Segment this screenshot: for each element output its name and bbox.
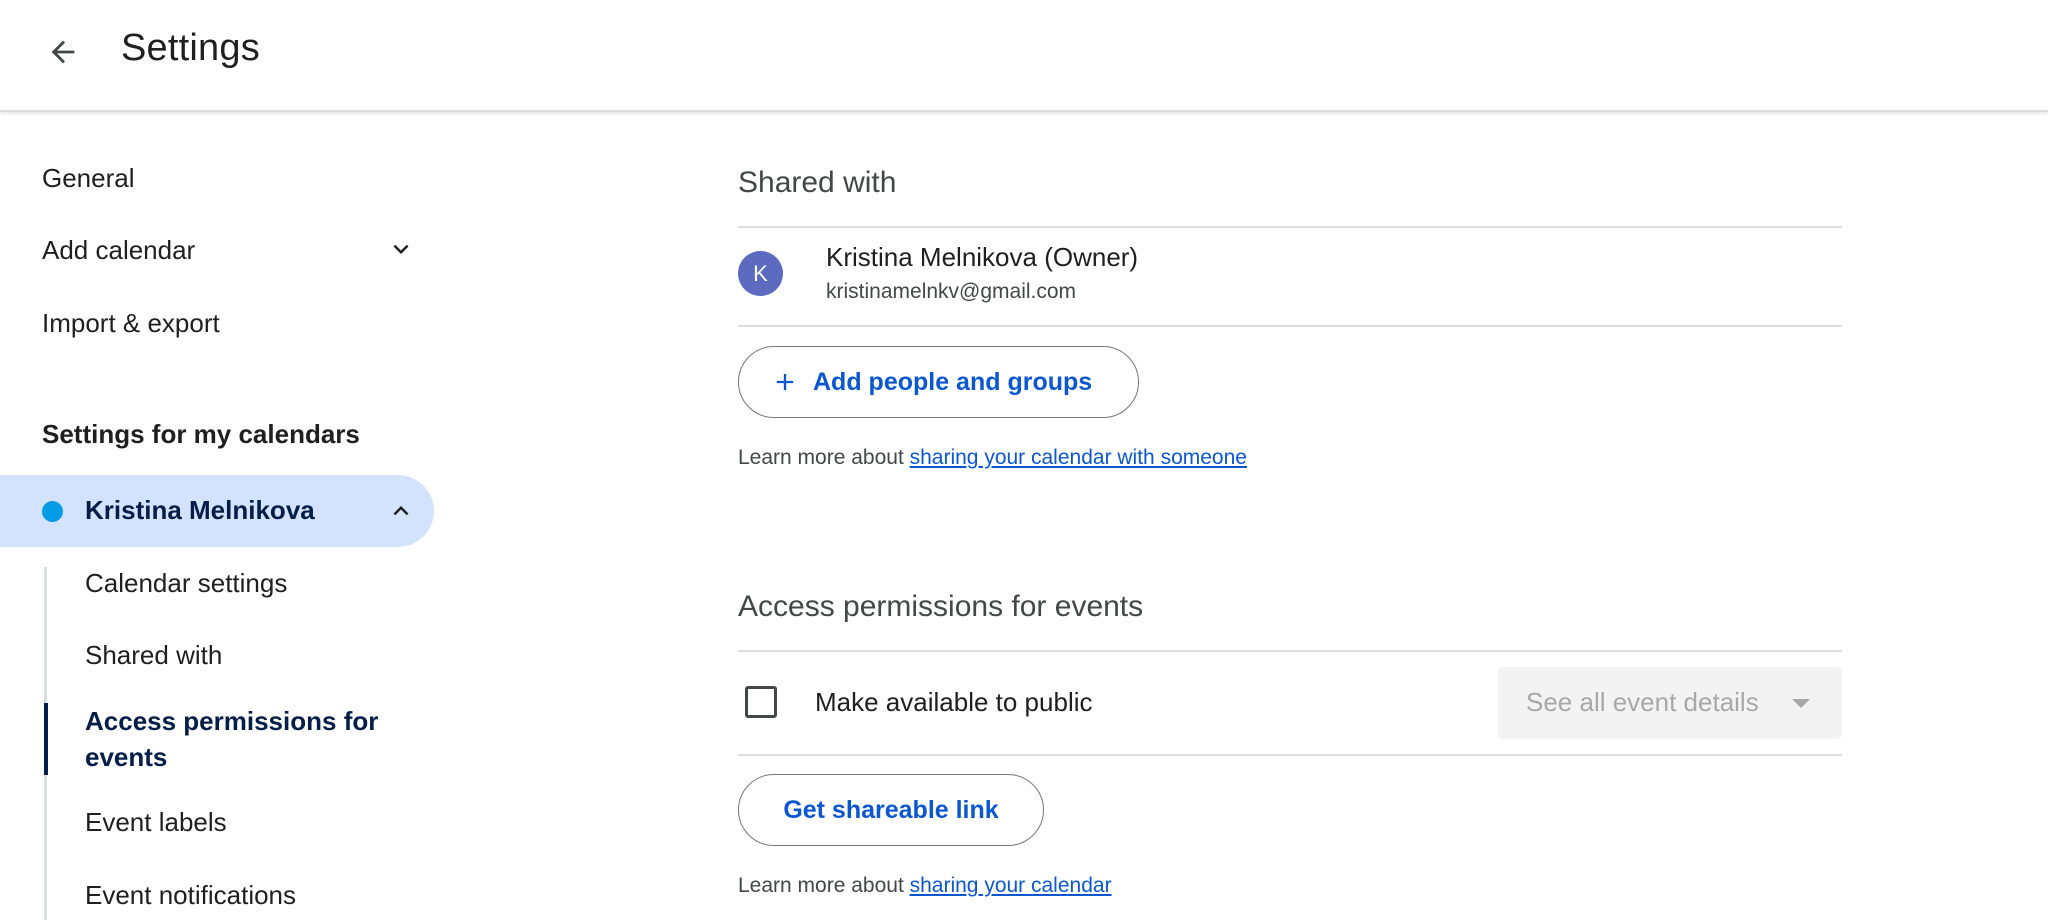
get-shareable-link-button[interactable]: Get shareable link	[738, 774, 1044, 846]
divider	[738, 650, 1842, 652]
sidebar-item-calendar[interactable]: Kristina Melnikova	[0, 475, 434, 547]
avatar: K	[738, 251, 783, 296]
sidebar-item-event-labels[interactable]: Event labels	[85, 804, 227, 840]
page-title: Settings	[121, 27, 260, 69]
learn-more-prefix: Learn more about	[738, 874, 910, 897]
chevron-down-icon[interactable]	[381, 229, 421, 269]
arrow-back-icon	[51, 40, 75, 64]
sidebar-section-heading: Settings for my calendars	[42, 419, 360, 449]
sidebar-item-shared-with[interactable]: Shared with	[85, 637, 222, 673]
settings-sidebar: General Add calendar Import & export Set…	[0, 114, 440, 920]
sidebar-item-event-notifications[interactable]: Event notifications	[85, 877, 296, 913]
access-permissions-heading: Access permissions for events	[738, 590, 1144, 623]
calendar-name: Kristina Melnikova	[85, 495, 315, 525]
plus-icon	[776, 373, 794, 391]
learn-more-prefix: Learn more about	[738, 446, 910, 469]
add-people-label: Add people and groups	[813, 367, 1093, 396]
make-public-checkbox[interactable]	[745, 686, 777, 718]
add-people-button[interactable]: Add people and groups	[738, 346, 1139, 418]
calendar-color-dot	[42, 501, 63, 522]
divider	[738, 754, 1842, 756]
event-details-select[interactable]: See all event details	[1498, 667, 1842, 739]
sidebar-item-calendar-settings[interactable]: Calendar settings	[85, 565, 287, 601]
back-button[interactable]	[33, 20, 93, 84]
get-shareable-link-label: Get shareable link	[783, 795, 999, 824]
shared-with-heading: Shared with	[738, 166, 897, 199]
divider	[738, 226, 1842, 228]
make-public-label: Make available to public	[815, 687, 1093, 717]
sharing-calendar-with-someone-link[interactable]: sharing your calendar with someone	[910, 446, 1247, 469]
sub-nav-active-indicator	[44, 703, 48, 775]
settings-main: Shared with K Kristina Melnikova (Owner)…	[738, 114, 1842, 920]
sidebar-item-import-export[interactable]: Import & export	[42, 308, 220, 339]
learn-more-sharing: Learn more about sharing your calendar w…	[738, 446, 1247, 470]
chevron-up-icon[interactable]	[381, 491, 421, 531]
sidebar-item-general[interactable]: General	[42, 163, 135, 194]
owner-name: Kristina Melnikova (Owner)	[826, 242, 1139, 272]
top-app-bar: Settings	[0, 0, 2048, 112]
sidebar-item-add-calendar[interactable]: Add calendar	[42, 235, 195, 266]
owner-email: kristinamelnkv@gmail.com	[826, 280, 1077, 303]
select-value: See all event details	[1526, 687, 1759, 717]
dropdown-arrow-icon	[1792, 699, 1810, 708]
sharing-your-calendar-link[interactable]: sharing your calendar	[910, 874, 1112, 897]
divider	[738, 325, 1842, 327]
learn-more-sharing-calendar: Learn more about sharing your calendar	[738, 874, 1112, 898]
sidebar-item-access-permissions[interactable]: Access permissions for events	[85, 703, 405, 775]
